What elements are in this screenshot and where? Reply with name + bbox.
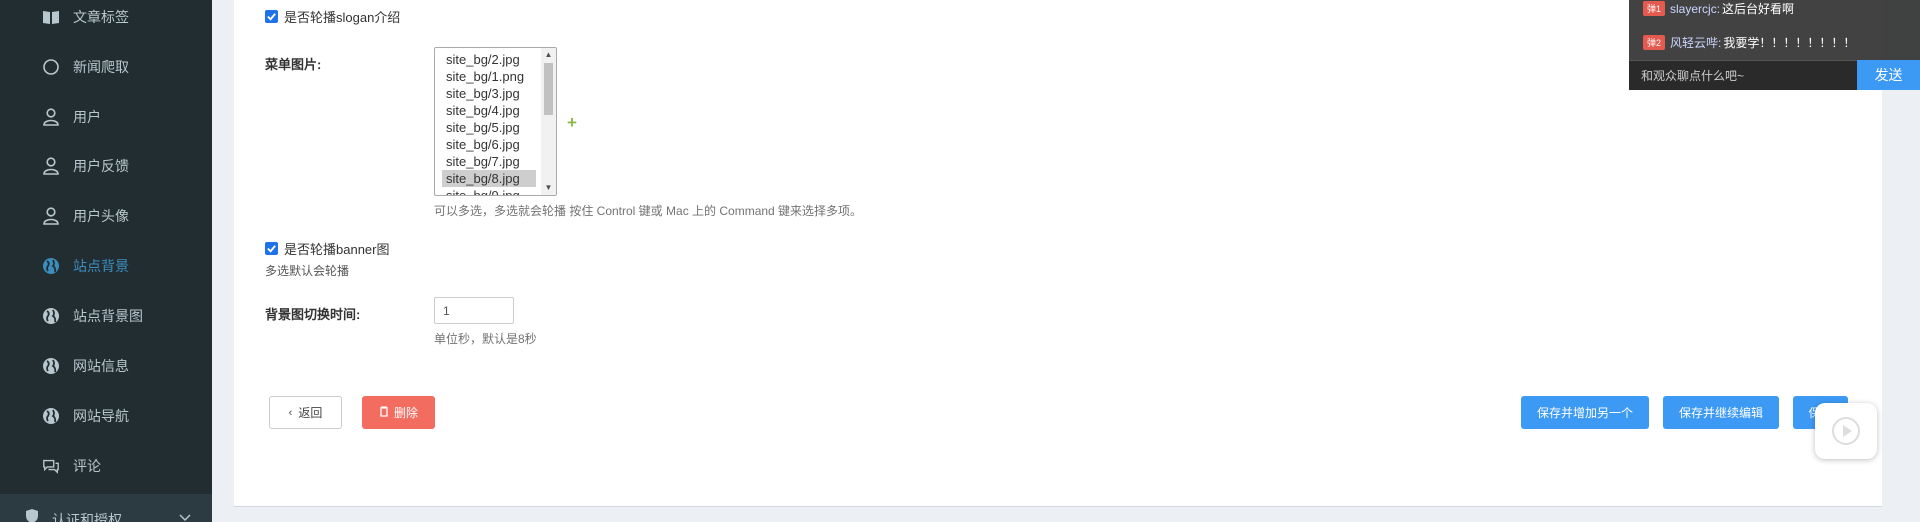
- sidebar-item-site-background[interactable]: 站点背景: [0, 246, 212, 286]
- chevron-down-icon: [178, 510, 192, 522]
- globe-icon: [42, 407, 60, 425]
- sidebar-item-label: 用户: [73, 109, 101, 125]
- select-option[interactable]: site_bg/6.jpg: [444, 136, 522, 153]
- select-option[interactable]: site_bg/4.jpg: [444, 102, 522, 119]
- select-option[interactable]: site_bg/5.jpg: [444, 119, 522, 136]
- chevron-left-icon: ‹: [288, 406, 293, 419]
- select-option[interactable]: site_bg/3.jpg: [444, 85, 522, 102]
- sidebar-group-auth[interactable]: 认证和授权: [0, 494, 212, 522]
- sidebar-item-label: 网站导航: [73, 408, 129, 424]
- sidebar-item-article-tags[interactable]: 文章标签: [0, 0, 212, 37]
- circle-icon: [42, 58, 60, 76]
- book-icon: [42, 8, 60, 26]
- sidebar-item-site-background-image[interactable]: 站点背景图: [0, 296, 212, 336]
- sidebar-item-label: 评论: [73, 458, 101, 474]
- sidebar-item-label: 用户反馈: [73, 158, 129, 174]
- sidebar-item-news-crawl[interactable]: 新闻爬取: [0, 47, 212, 87]
- sidebar-item-label: 新闻爬取: [73, 59, 129, 75]
- back-button[interactable]: ‹ 返回: [269, 396, 342, 429]
- chat-username: slayercjc:: [1670, 1, 1721, 16]
- chat-badge: 弹2: [1643, 35, 1666, 50]
- sidebar-item-site-info[interactable]: 网站信息: [0, 346, 212, 386]
- delete-button-label: 删除: [393, 406, 418, 420]
- sidebar-item-users[interactable]: 用户: [0, 97, 212, 137]
- delete-button[interactable]: 删除: [362, 396, 435, 429]
- select-scrollbar[interactable]: ▲ ▼: [541, 48, 556, 195]
- banner-checkbox-row[interactable]: 是否轮播banner图: [265, 239, 389, 258]
- banner-checkbox-label: 是否轮播banner图: [284, 242, 390, 257]
- select-option-selected[interactable]: site_bg/8.jpg: [442, 170, 536, 187]
- shield-icon: [24, 508, 40, 522]
- select-option[interactable]: site_bg/2.jpg: [444, 51, 522, 68]
- menu-image-select[interactable]: site_bg/2.jpg site_bg/1.png site_bg/3.jp…: [434, 47, 557, 196]
- switch-time-label: 背景图切换时间:: [265, 307, 361, 322]
- chat-username: 风轻云哔:: [1670, 36, 1722, 50]
- chat-badge: 弹1: [1643, 1, 1666, 16]
- sidebar-group-label: 认证和授权: [52, 512, 122, 522]
- user-icon: [42, 157, 60, 175]
- user-icon: [42, 207, 60, 225]
- user-icon: [42, 108, 60, 126]
- banner-help: 多选默认会轮播: [265, 264, 350, 278]
- sidebar-item-label: 站点背景: [73, 258, 129, 274]
- chat-message: 弹1 slayercjc: 这后台好看啊: [1643, 0, 1794, 17]
- globe-icon: [42, 257, 60, 275]
- comments-icon: [42, 457, 60, 475]
- scrollbar-thumb[interactable]: [544, 63, 553, 115]
- switch-time-help: 单位秒，默认是8秒: [434, 332, 537, 346]
- chat-input[interactable]: 和观众聊点什么吧~: [1629, 60, 1857, 90]
- sidebar: 文章标签 新闻爬取 用户 用户反馈 用户头像 站点背景 站点背景图 网站信息 网…: [0, 0, 212, 522]
- slogan-checkbox-row[interactable]: 是否轮播slogan介绍: [265, 7, 400, 26]
- select-option[interactable]: site_bg/7.jpg: [444, 153, 522, 170]
- globe-icon: [42, 307, 60, 325]
- trash-icon: [379, 405, 389, 420]
- back-button-label: 返回: [298, 406, 323, 420]
- chat-text: 这后台好看啊: [1722, 2, 1795, 16]
- sidebar-item-label: 站点背景图: [73, 308, 143, 324]
- danmaku-chat-panel: 弹1 slayercjc: 这后台好看啊 弹2 风轻云哔: 我要学！！！！！！！…: [1629, 0, 1920, 90]
- select-option[interactable]: site_bg/1.png: [444, 68, 526, 85]
- scroll-down-icon[interactable]: ▼: [544, 184, 553, 192]
- chat-send-button[interactable]: 发送: [1857, 60, 1920, 90]
- menu-image-label: 菜单图片:: [265, 57, 322, 72]
- menu-image-help: 可以多选，多选就会轮播 按住 Control 键或 Mac 上的 Command…: [434, 204, 863, 218]
- save-and-continue-button[interactable]: 保存并继续编辑: [1663, 396, 1779, 429]
- sidebar-item-user-avatar[interactable]: 用户头像: [0, 196, 212, 236]
- content-gutter: [212, 0, 234, 522]
- slogan-checkbox[interactable]: [265, 10, 278, 23]
- globe-icon: [42, 357, 60, 375]
- slogan-checkbox-label: 是否轮播slogan介绍: [284, 10, 401, 25]
- chat-text: 我要学！！！！！！！！: [1723, 36, 1856, 50]
- play-icon: [1832, 417, 1860, 445]
- select-option[interactable]: site_bg/9.jpg: [444, 187, 522, 195]
- add-image-icon[interactable]: +: [567, 113, 577, 133]
- scroll-up-icon[interactable]: ▲: [544, 51, 553, 59]
- sidebar-item-user-feedback[interactable]: 用户反馈: [0, 146, 212, 186]
- sidebar-item-label: 文章标签: [73, 9, 129, 25]
- sidebar-item-label: 用户头像: [73, 208, 129, 224]
- sidebar-item-label: 网站信息: [73, 358, 129, 374]
- banner-checkbox[interactable]: [265, 242, 278, 255]
- switch-time-input[interactable]: [434, 297, 514, 324]
- save-and-add-button[interactable]: 保存并增加另一个: [1521, 396, 1649, 429]
- sidebar-item-comments[interactable]: 评论: [0, 446, 212, 486]
- sidebar-item-site-nav[interactable]: 网站导航: [0, 396, 212, 436]
- chat-message: 弹2 风轻云哔: 我要学！！！！！！！！: [1643, 34, 1855, 51]
- play-button[interactable]: [1815, 403, 1877, 459]
